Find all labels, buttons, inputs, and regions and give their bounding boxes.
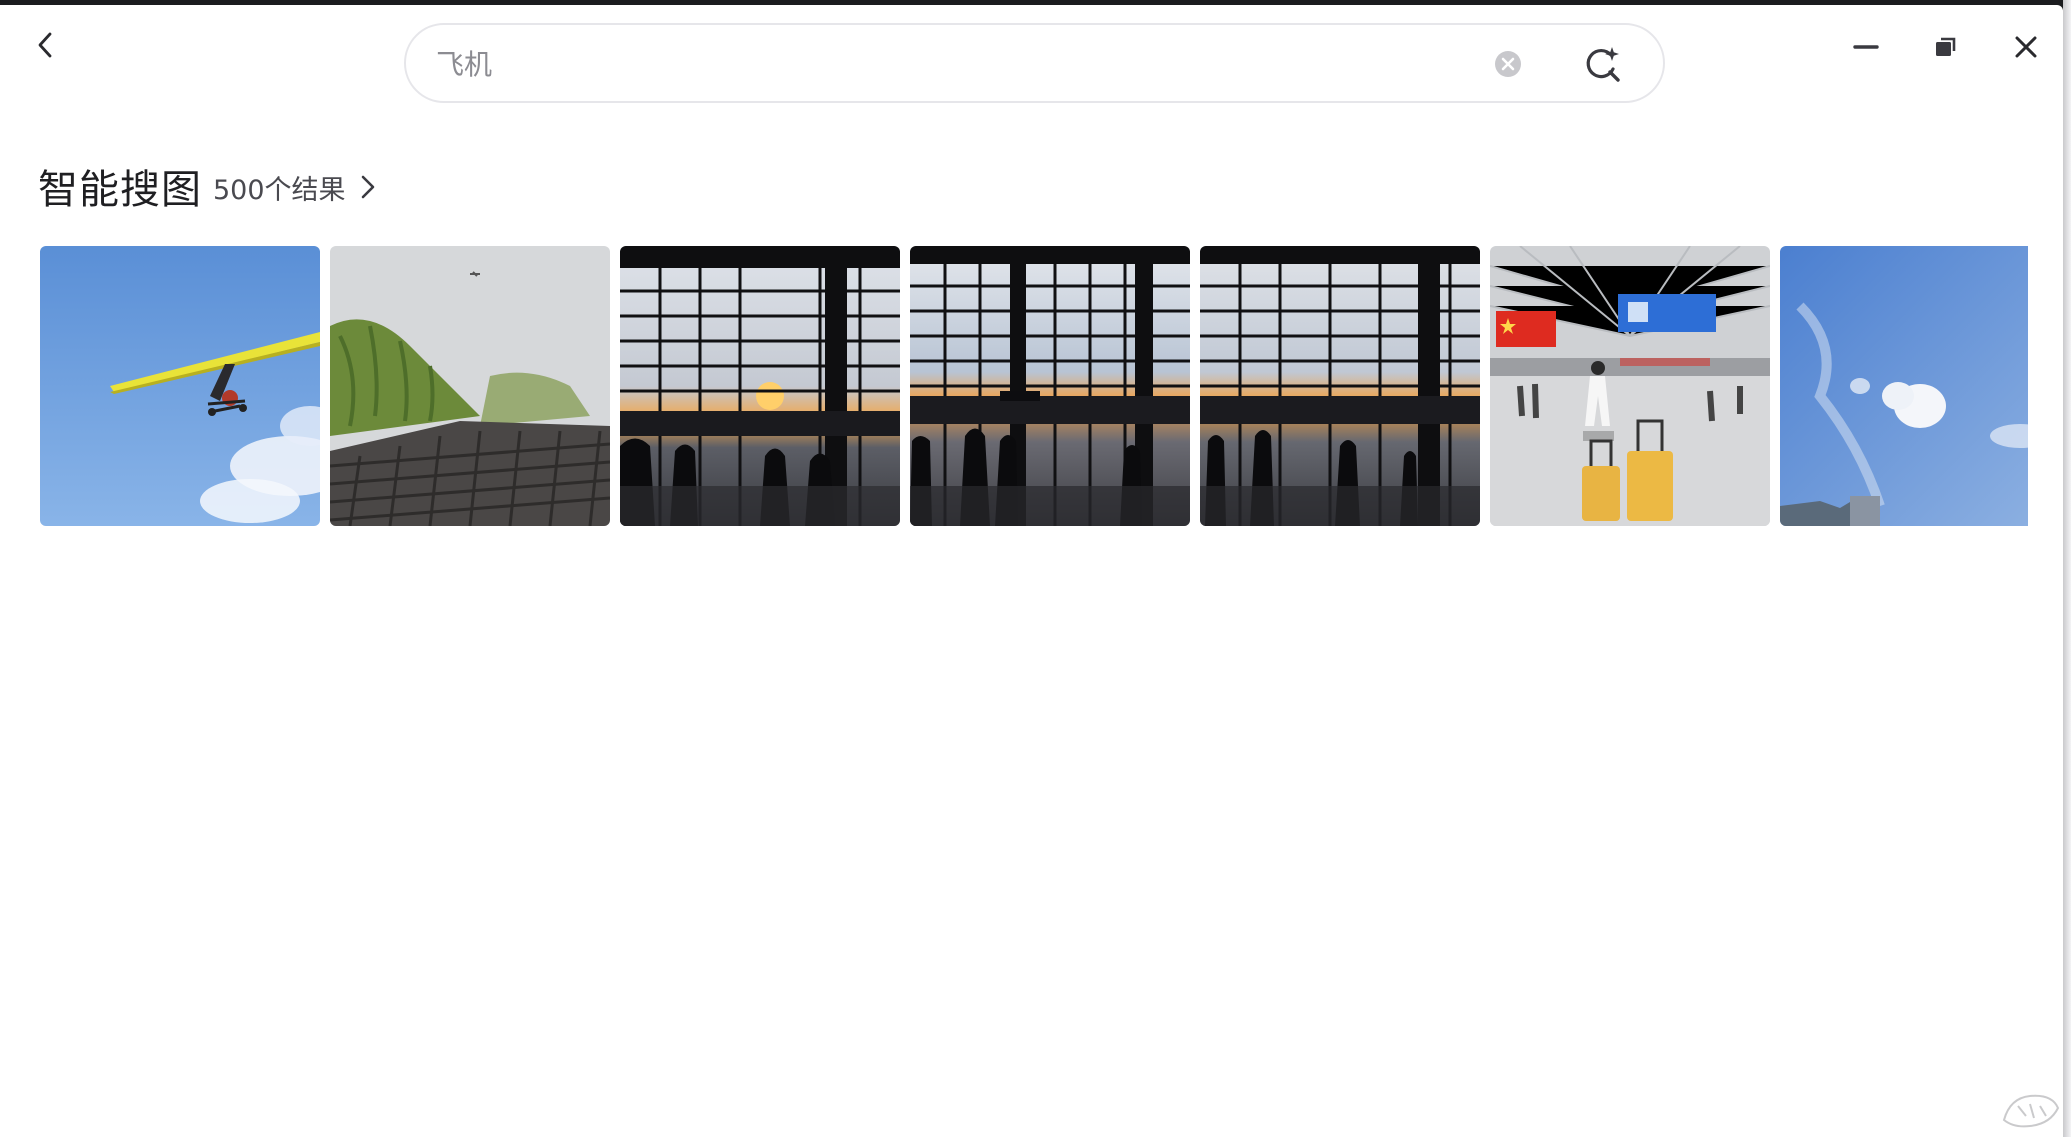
restore-icon bbox=[1936, 37, 1956, 56]
view-all-results-link[interactable]: 500个结果 bbox=[213, 167, 378, 207]
thumbnail-image[interactable] bbox=[1780, 246, 2028, 526]
minimize-button[interactable] bbox=[1843, 27, 1889, 67]
thumbnail-image[interactable] bbox=[330, 246, 610, 526]
image-gallery bbox=[40, 246, 2028, 526]
chevron-right-icon bbox=[361, 175, 374, 199]
thumbnail-image[interactable] bbox=[1490, 246, 1770, 526]
sparkle-search-icon[interactable] bbox=[1581, 43, 1623, 85]
back-button[interactable] bbox=[26, 25, 66, 65]
close-icon bbox=[2015, 36, 2037, 58]
photo-search-window: 智能搜图 500个结果 bbox=[0, 5, 2063, 1137]
result-count: 500个结果 bbox=[213, 174, 346, 206]
thumbnail-image[interactable] bbox=[620, 246, 900, 526]
search-bar bbox=[404, 23, 1665, 103]
thumbnail-image[interactable] bbox=[1200, 246, 1480, 526]
minimize-icon bbox=[1853, 45, 1879, 49]
restore-button[interactable] bbox=[1923, 27, 1969, 67]
thumbnail-image[interactable] bbox=[910, 246, 1190, 526]
search-input[interactable] bbox=[436, 39, 1486, 87]
thumbnail-image[interactable] bbox=[40, 246, 320, 526]
watermark-logo-icon bbox=[2002, 1094, 2060, 1128]
chevron-left-icon bbox=[38, 32, 52, 58]
window-edge bbox=[2063, 0, 2071, 1137]
clear-circle-icon[interactable] bbox=[1493, 49, 1523, 79]
section-title: 智能搜图 bbox=[38, 167, 202, 213]
close-button[interactable] bbox=[2003, 27, 2049, 67]
